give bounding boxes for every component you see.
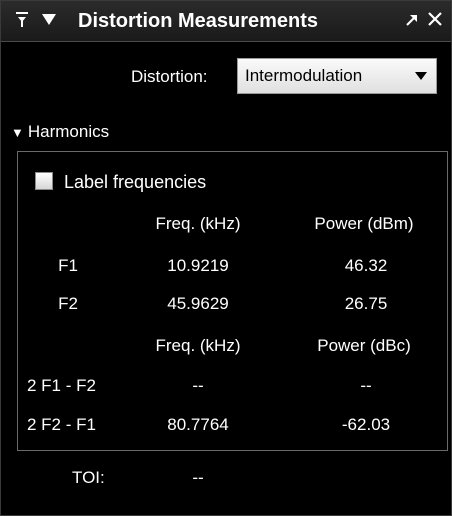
imd-2f1-f2-power-value: --	[360, 376, 372, 395]
f1-freq-value: 10.9219	[167, 256, 229, 275]
label-frequencies-checkbox[interactable]	[35, 172, 53, 190]
power-dbm-column-header: Power (dBm)	[314, 214, 414, 233]
f1-label: F1	[58, 256, 78, 275]
undock-arrow-glyph	[406, 15, 417, 26]
close-glyph	[428, 12, 442, 26]
harmonics-section-header[interactable]: ▼ Harmonics	[11, 121, 109, 144]
pin-icon-glyph	[16, 12, 28, 27]
chevron-down-glyph	[415, 72, 427, 80]
triangle-down-icon[interactable]	[41, 8, 57, 36]
imd-2f2-f1-power-value: -62.03	[341, 415, 391, 434]
chevron-down-icon[interactable]	[406, 59, 436, 93]
power-dbc-column-header: Power (dBc)	[317, 336, 411, 355]
imd-2f2-f1-label: 2 F2 - F1	[27, 415, 96, 434]
label-frequencies-label[interactable]: Label frequencies	[64, 171, 206, 193]
f1-power-value: 46.32	[344, 256, 388, 275]
imd-2f1-f2-freq-value: --	[192, 376, 204, 395]
toi-label: TOI:	[72, 468, 105, 487]
triangle-down-icon: ▼	[11, 125, 24, 140]
freq-column-header-2: Freq. (kHz)	[155, 336, 241, 355]
distortion-label: Distortion:	[131, 67, 208, 86]
triangle-down-glyph	[42, 14, 56, 25]
toi-value: --	[192, 468, 204, 487]
title-bar: Distortion Measurements	[1, 1, 451, 42]
f2-label: F2	[58, 294, 78, 313]
harmonics-section-label: Harmonics	[27, 122, 110, 141]
distortion-dropdown[interactable]: Intermodulation	[237, 58, 437, 94]
pin-icon[interactable]	[14, 8, 30, 36]
close-icon[interactable]	[426, 8, 444, 36]
undock-arrow-icon[interactable]	[405, 8, 419, 36]
window-title: Distortion Measurements	[78, 10, 319, 32]
f2-freq-value: 45.9629	[167, 294, 229, 313]
distortion-selected-value: Intermodulation	[245, 66, 363, 85]
imd-2f1-f2-label: 2 F1 - F2	[27, 376, 96, 395]
distortion-measurements-panel: Distortion Measurements Distortion: Inte…	[0, 0, 452, 516]
freq-column-header: Freq. (kHz)	[155, 214, 241, 233]
f2-power-value: 26.75	[344, 294, 388, 313]
imd-2f2-f1-freq-value: 80.7764	[167, 415, 229, 434]
